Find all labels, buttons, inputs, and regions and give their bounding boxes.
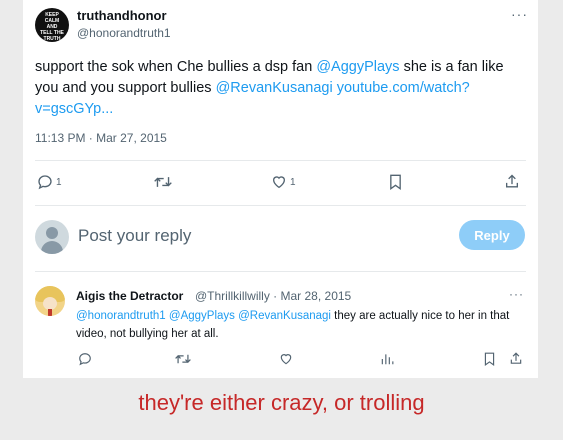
share-action[interactable] [504,173,520,190]
reply-icon [79,353,91,366]
caption-text: they're either crazy, or trolling [138,390,425,415]
user-avatar [35,220,69,254]
reply-icon [38,175,52,190]
retweet-action[interactable] [154,174,172,190]
like-count: 1 [290,176,296,188]
reply2-views-action[interactable] [380,352,394,366]
bookmark-action[interactable] [388,174,403,190]
retweet-icon [175,354,191,364]
tweet-timestamp[interactable]: 11:13 PM · Mar 27, 2015 [35,131,167,145]
mention-link[interactable]: @honorandtruth1 [76,310,166,322]
divider [35,271,526,272]
mention-link[interactable]: @RevanKusanagi [216,80,333,96]
bookmark-icon [484,352,495,366]
reply-text: @honorandtruth1 @AggyPlays @RevanKusanag… [76,307,526,343]
like-icon [272,176,286,189]
reply2-bookmark-action[interactable] [483,352,496,366]
mention-link[interactable]: @AggyPlays [169,310,235,322]
tweet-card: KEEP CALM AND TELL THE TRUTH truthandhon… [23,0,538,378]
reply-input[interactable]: Post your reply [78,226,191,246]
mention-link[interactable]: @RevanKusanagi [238,310,331,322]
avatar-body-shape [41,241,63,254]
like-icon [280,354,292,365]
avatar-tie-shape [48,309,52,316]
reply-author-handle[interactable]: @Thrillkillwilly · Mar 28, 2015 [195,289,351,303]
author-handle[interactable]: @honorandtruth1 [77,26,171,40]
divider [35,205,526,206]
share-icon [510,352,522,364]
avatar-text-line: TRUTH [43,36,61,42]
retweet-icon [154,177,172,187]
mention-link[interactable]: @AggyPlays [316,59,399,75]
profile-avatar[interactable]: KEEP CALM AND TELL THE TRUTH [35,8,69,42]
reply2-share-action[interactable] [509,351,523,366]
more-options-button[interactable]: ··· [511,6,528,22]
reply-button[interactable]: Reply [459,220,525,250]
share-icon [506,174,518,188]
author-display-name[interactable]: truthandhonor [77,8,167,23]
reply-count: 1 [56,176,62,188]
like-action[interactable]: 1 [271,174,296,190]
divider [35,160,526,161]
reply-more-options-button[interactable]: ··· [509,287,524,301]
reply-author-name[interactable]: Aigis the Detractor [76,289,183,303]
views-icon [381,354,394,365]
tweet-text-part: support the sok when Che bullies a dsp f… [35,59,317,75]
reply2-like-action[interactable] [279,352,293,366]
tweet-text: support the sok when Che bullies a dsp f… [35,57,525,120]
reply-author-avatar[interactable] [35,286,65,316]
avatar-head-shape [46,227,58,239]
bookmark-icon [390,174,401,190]
reply-action[interactable]: 1 [37,174,62,190]
reply2-reply-action[interactable] [78,352,92,366]
reply2-retweet-action[interactable] [175,352,191,366]
